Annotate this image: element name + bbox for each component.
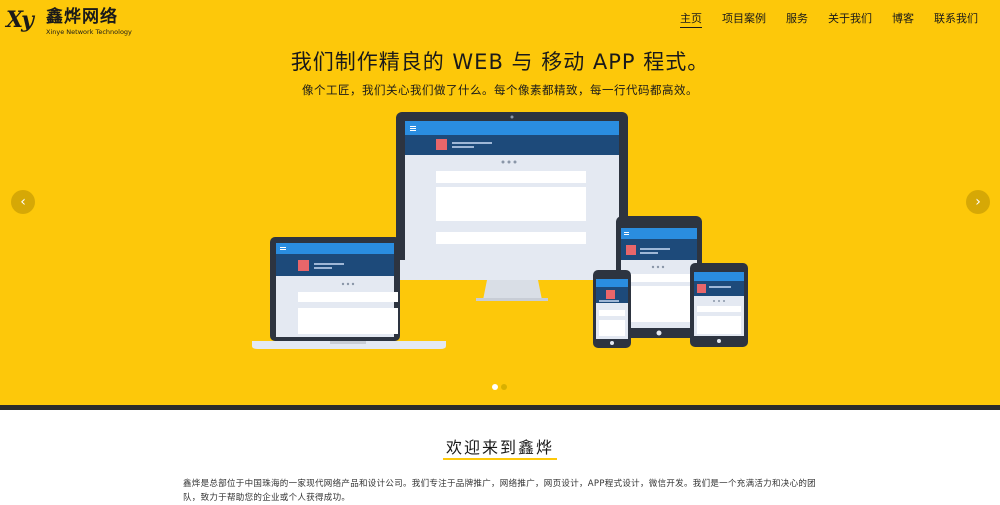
carousel-next-button[interactable]: › — [966, 190, 990, 214]
nav-item-about[interactable]: 关于我们 — [818, 12, 882, 26]
carousel-indicator-1[interactable] — [492, 384, 498, 390]
chevron-left-icon: ‹ — [20, 194, 26, 210]
hero-banner: Xy 鑫烨网络 Xinye Network Technology 主页 项目案例… — [0, 0, 1000, 405]
main-nav: 主页 项目案例 服务 关于我们 博客 联系我们 — [670, 12, 988, 28]
logo-mark: Xy — [6, 7, 34, 33]
nav-item-services[interactable]: 服务 — [776, 12, 818, 26]
small-tablet-illustration — [690, 263, 748, 347]
nav-item-contact[interactable]: 联系我们 — [924, 12, 988, 26]
carousel-prev-button[interactable]: ‹ — [11, 190, 35, 214]
hero-subtitle: 像个工匠，我们关心我们做了什么。每个像素都精致，每一行代码都高效。 — [302, 83, 698, 97]
welcome-text: 鑫烨是总部位于中国珠海的一家现代网络产品和设计公司。我们专注于品牌推广，网络推广… — [183, 479, 816, 503]
welcome-title-underline — [443, 458, 557, 460]
chevron-right-icon: › — [975, 194, 981, 210]
logo[interactable]: Xy 鑫烨网络 Xinye Network Technology — [6, 6, 136, 36]
carousel-indicator-2[interactable] — [501, 384, 507, 390]
devices-illustration — [252, 112, 748, 349]
logo-subtitle: Xinye Network Technology — [46, 28, 132, 36]
carousel-indicators — [492, 384, 507, 390]
nav-item-projects[interactable]: 项目案例 — [712, 12, 776, 26]
nav-item-blog[interactable]: 博客 — [882, 12, 924, 26]
desktop-monitor-illustration — [396, 112, 628, 301]
nav-item-home[interactable]: 主页 — [670, 12, 712, 28]
welcome-title: 欢迎来到鑫烨 — [445, 438, 554, 457]
phone-illustration — [593, 270, 631, 348]
hero-title: 我们制作精良的 WEB 与 移动 APP 程式。 — [290, 50, 710, 74]
hero-divider — [0, 405, 1000, 410]
logo-name: 鑫烨网络 — [46, 7, 118, 27]
